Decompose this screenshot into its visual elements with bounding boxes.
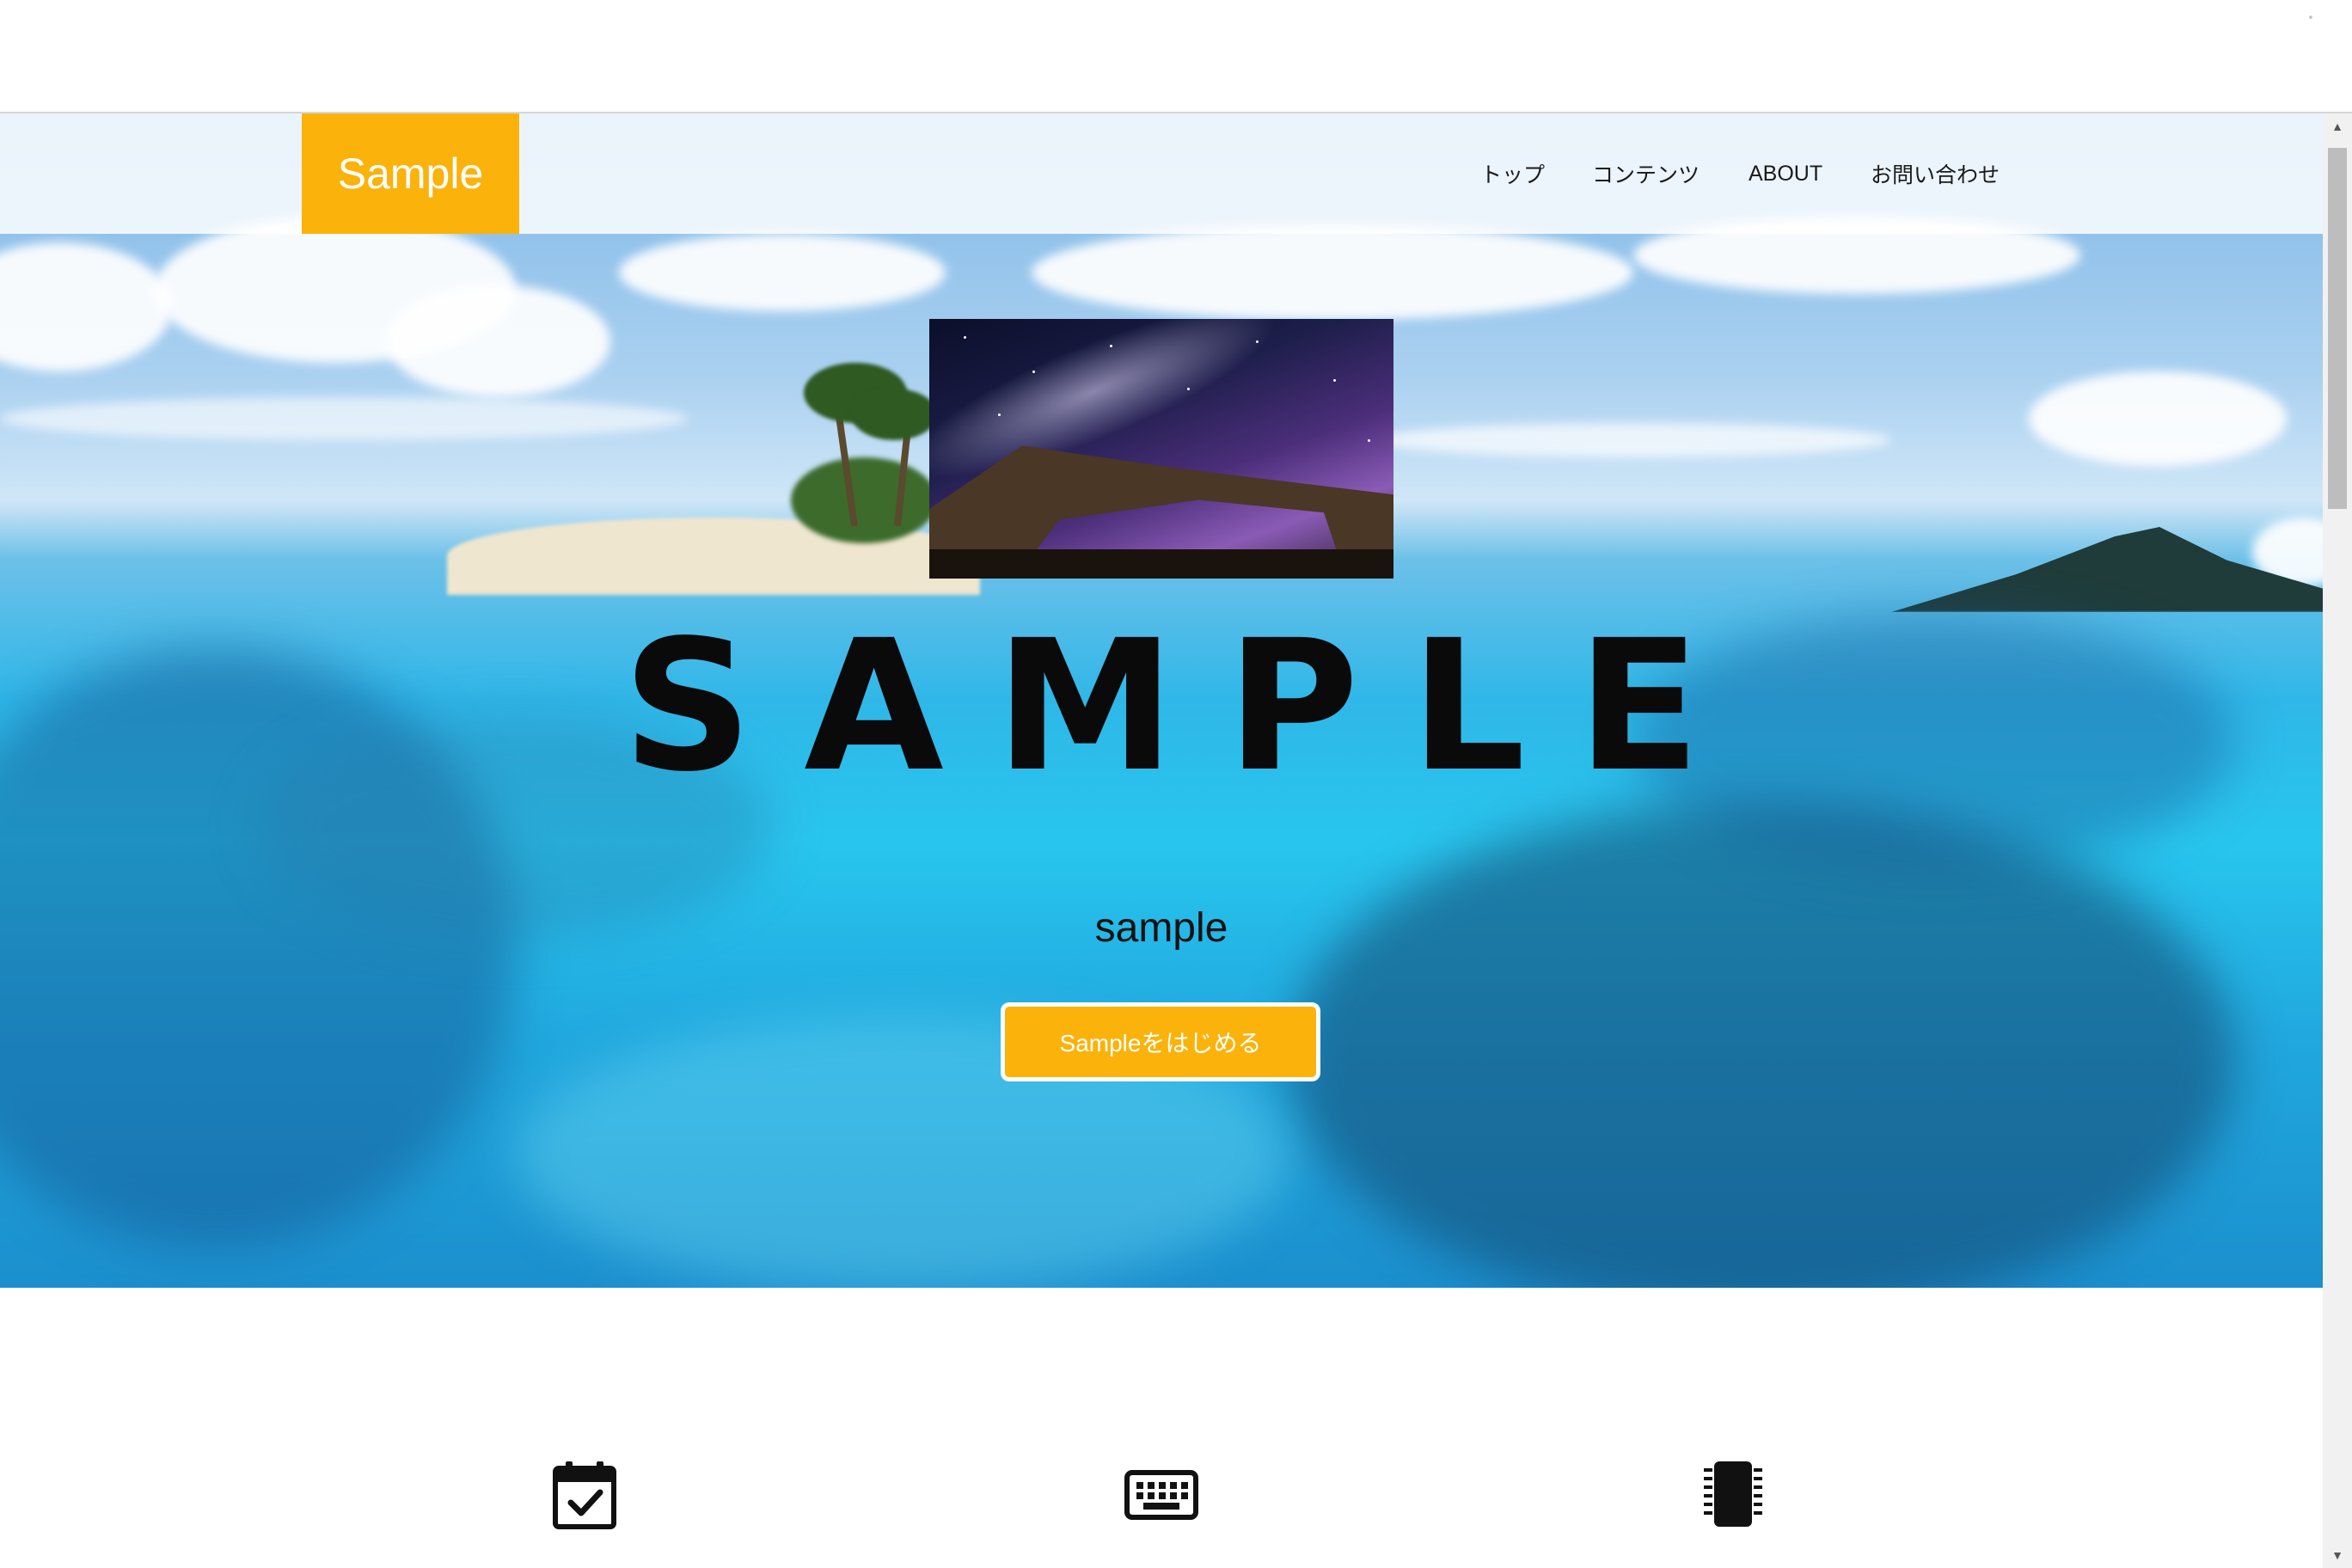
calendar-check-icon bbox=[553, 1461, 616, 1529]
cloud bbox=[619, 234, 946, 311]
nav-link-about[interactable]: ABOUT bbox=[1749, 162, 1822, 187]
nav-link-contact[interactable]: お問い合わせ bbox=[1871, 158, 2000, 189]
star bbox=[1032, 371, 1035, 373]
star bbox=[964, 336, 966, 339]
cloud bbox=[387, 285, 610, 397]
night-sky-arch-image bbox=[929, 319, 1393, 579]
dark-ground bbox=[929, 549, 1393, 579]
nav-link-contents[interactable]: コンテンツ bbox=[1592, 158, 1700, 189]
logo-link[interactable]: Sample bbox=[302, 113, 519, 234]
start-button[interactable]: Sampleをはじめる bbox=[1001, 1002, 1320, 1081]
hero-subtitle: sample bbox=[1094, 905, 1228, 951]
hero-title: SAMPLE bbox=[622, 601, 1752, 812]
star bbox=[1110, 345, 1112, 347]
memory-chip-icon bbox=[1704, 1461, 1762, 1527]
browser-top-bar bbox=[0, 0, 2352, 113]
cloud bbox=[0, 242, 172, 371]
cloud bbox=[2029, 371, 2287, 466]
scroll-up-arrow-icon[interactable]: ▲ bbox=[2323, 113, 2352, 139]
vertical-scrollbar[interactable]: ▲ ▼ bbox=[2323, 113, 2352, 1568]
page-viewport: Sample トップ コンテンツ ABOUT お問い合わせ SAMPLE sam… bbox=[0, 113, 2323, 1568]
reef-shadow bbox=[1289, 801, 2235, 1288]
star bbox=[1187, 388, 1190, 390]
scroll-down-arrow-icon[interactable]: ▼ bbox=[2323, 1542, 2352, 1568]
browser-indicator-dot bbox=[2309, 15, 2312, 19]
star bbox=[1333, 379, 1336, 382]
star bbox=[1256, 340, 1259, 343]
scrollbar-thumb[interactable] bbox=[2328, 148, 2347, 509]
island-trees bbox=[791, 457, 937, 543]
star bbox=[1368, 439, 1370, 442]
site-header: Sample トップ コンテンツ ABOUT お問い合わせ bbox=[0, 113, 2323, 234]
cloud bbox=[1032, 225, 1633, 320]
cloud bbox=[1375, 423, 1891, 457]
nav-link-top[interactable]: トップ bbox=[1480, 158, 1545, 189]
keyboard-icon bbox=[1124, 1470, 1198, 1520]
cloud bbox=[0, 397, 688, 440]
star bbox=[998, 413, 1001, 416]
palm-crown bbox=[851, 389, 937, 440]
